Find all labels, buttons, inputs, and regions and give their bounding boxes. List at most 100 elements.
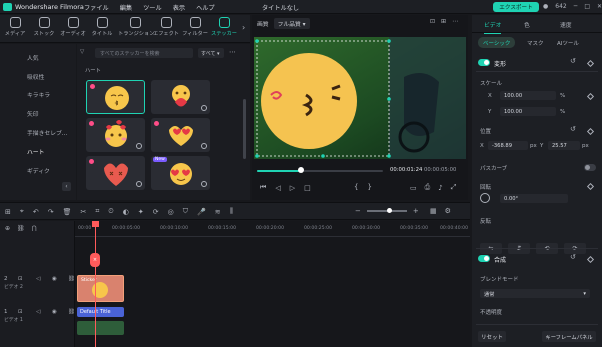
voice-icon[interactable]: ≋ bbox=[215, 208, 221, 216]
keyframe-icon[interactable] bbox=[586, 182, 595, 191]
audio-icon[interactable]: ◁ bbox=[36, 276, 40, 282]
stop-icon[interactable]: □ bbox=[304, 184, 311, 192]
monitor-icon[interactable]: ▭ bbox=[410, 184, 417, 192]
tab-color[interactable]: 色 bbox=[524, 20, 530, 29]
crop-icon[interactable]: ⌗ bbox=[95, 207, 99, 216]
title-clip[interactable]: Default Title bbox=[77, 307, 124, 317]
reset-icon[interactable]: ↺ bbox=[570, 253, 576, 261]
video-preview-canvas[interactable] bbox=[254, 37, 466, 159]
composite-toggle[interactable] bbox=[478, 255, 490, 262]
download-icon[interactable] bbox=[201, 105, 207, 111]
microphone-icon[interactable]: 🎤 bbox=[197, 208, 206, 216]
category-item[interactable]: 矢印 bbox=[27, 109, 39, 118]
zoom-out-icon[interactable]: − bbox=[355, 207, 361, 215]
tab-media[interactable]: メディア bbox=[2, 17, 28, 37]
settings-icon[interactable]: ⚙ bbox=[445, 207, 451, 215]
playhead-marker[interactable]: × bbox=[90, 253, 100, 267]
zoom-in-icon[interactable]: + bbox=[413, 207, 419, 215]
filter-icon[interactable]: ▽ bbox=[80, 49, 84, 55]
redo-icon[interactable]: ↷ bbox=[48, 208, 54, 216]
fullscreen-icon[interactable]: ⤢ bbox=[451, 183, 457, 192]
link-icon[interactable]: ⛓ bbox=[68, 276, 75, 282]
reset-icon[interactable]: ↺ bbox=[570, 57, 576, 65]
eye-icon[interactable]: ◉ bbox=[52, 276, 57, 282]
category-item[interactable]: 人気 bbox=[27, 53, 39, 62]
more-options-icon[interactable]: ⋯ bbox=[229, 48, 236, 56]
timeline-playhead[interactable] bbox=[92, 221, 99, 347]
tab-audio[interactable]: オーディオ bbox=[60, 17, 86, 37]
sticker-tile-face-heart[interactable] bbox=[86, 118, 145, 152]
play-icon[interactable]: ▷ bbox=[290, 184, 295, 192]
keyframe-icon[interactable] bbox=[586, 127, 595, 136]
tab-sticker[interactable]: ステッカー bbox=[211, 17, 237, 37]
step-back-icon[interactable]: ◁ bbox=[275, 184, 280, 192]
keyframe-icon[interactable] bbox=[586, 59, 595, 68]
playhead-knob[interactable] bbox=[298, 167, 305, 173]
timeline-ruler[interactable]: 00:00 00:00:05:00 00:00:10:00 00:00:15:0… bbox=[75, 221, 470, 237]
tab-effect[interactable]: エフェクト bbox=[153, 17, 179, 37]
close-icon[interactable]: ✕ bbox=[597, 3, 602, 10]
sticker-filter-select[interactable]: すべて ▾ bbox=[198, 48, 224, 58]
minimize-icon[interactable]: ─ bbox=[574, 3, 578, 10]
path-curve-toggle[interactable] bbox=[584, 164, 596, 171]
category-item[interactable]: キラキラ bbox=[27, 90, 50, 99]
subtab-mask[interactable]: マスク bbox=[522, 37, 549, 48]
rotate-input[interactable]: 0.00° bbox=[500, 194, 568, 203]
video-clip[interactable] bbox=[77, 321, 124, 335]
link-icon[interactable]: ⛓ bbox=[17, 225, 25, 232]
collapse-panel-icon[interactable]: ‹ bbox=[62, 182, 71, 191]
magnet-icon[interactable]: ⋂ bbox=[32, 225, 37, 232]
layout-icon[interactable]: ⊞ bbox=[5, 208, 11, 216]
rotate-dial-icon[interactable] bbox=[480, 193, 490, 203]
reset-icon[interactable]: ↺ bbox=[570, 125, 576, 133]
reset-button[interactable]: リセット bbox=[478, 331, 506, 342]
sticker-tile-heart-hug[interactable] bbox=[151, 80, 210, 114]
sticker-search-input[interactable]: すべてのステッカーを検索 bbox=[95, 48, 193, 58]
previous-frame-icon[interactable]: ⏮ bbox=[260, 183, 266, 192]
transform-toggle[interactable] bbox=[478, 59, 490, 66]
keyframe-icon[interactable] bbox=[586, 92, 595, 101]
sticker-scrollbar[interactable] bbox=[243, 99, 246, 159]
cut-icon[interactable]: ✂ bbox=[80, 208, 86, 216]
category-item[interactable]: 手描きセレブ... bbox=[27, 128, 67, 137]
tab-filter[interactable]: フィルター bbox=[182, 17, 208, 37]
scale-x-input[interactable]: 100.00 bbox=[500, 91, 556, 100]
scale-y-input[interactable]: 100.00 bbox=[500, 107, 556, 116]
menu-file[interactable]: ファイル bbox=[84, 3, 109, 12]
zoom-slider[interactable] bbox=[366, 208, 407, 214]
sticker-tile-heart-eyes[interactable] bbox=[151, 118, 210, 152]
mark-in-icon[interactable]: { bbox=[354, 183, 358, 191]
mask-icon[interactable]: ◎ bbox=[168, 208, 174, 216]
tab-transition[interactable]: トランジション bbox=[118, 17, 154, 37]
position-y-input[interactable]: 25.57 bbox=[548, 141, 580, 150]
link-icon[interactable]: ⛓ bbox=[68, 309, 75, 315]
position-x-input[interactable]: -368.89 bbox=[488, 141, 528, 150]
category-item-active[interactable]: ハート bbox=[27, 147, 44, 156]
split-icon[interactable]: ⫼ bbox=[230, 207, 233, 216]
playback-progress[interactable] bbox=[257, 170, 383, 172]
sticker-tile-kiss-face[interactable] bbox=[86, 80, 145, 114]
project-title[interactable]: タイトルなし bbox=[262, 3, 299, 12]
tab-video[interactable]: ビデオ bbox=[484, 20, 502, 34]
add-track-icon[interactable]: ⊕ bbox=[5, 225, 10, 232]
menu-view[interactable]: 表示 bbox=[173, 3, 185, 12]
volume-icon[interactable]: ♪ bbox=[438, 184, 442, 192]
mark-out-icon[interactable]: } bbox=[367, 183, 371, 191]
snapshot-icon[interactable]: ⊡ bbox=[430, 18, 435, 25]
keyframe-icon[interactable] bbox=[586, 255, 595, 264]
download-icon[interactable] bbox=[201, 181, 207, 187]
fit-icon[interactable]: ▦ bbox=[430, 207, 437, 215]
shield-icon[interactable]: ⛉ bbox=[183, 207, 188, 216]
ai-icon[interactable]: ✦ bbox=[138, 208, 144, 216]
zoom-knob[interactable] bbox=[386, 208, 392, 214]
undo-icon[interactable]: ↶ bbox=[33, 208, 39, 216]
render-icon[interactable]: ⟳ bbox=[153, 208, 159, 216]
menu-help[interactable]: ヘルプ bbox=[196, 3, 215, 12]
download-icon[interactable] bbox=[136, 143, 142, 149]
sticker-tile-dizzy-heart[interactable] bbox=[86, 156, 145, 190]
category-item[interactable]: 吸収性 bbox=[27, 72, 44, 81]
sticker-tile-heart-eyes-face[interactable]: New bbox=[151, 156, 210, 190]
lock-icon[interactable]: ⊡ bbox=[18, 309, 23, 315]
delete-icon[interactable]: 🗑 bbox=[63, 208, 72, 216]
quality-select[interactable]: フル品質 ▾ bbox=[273, 18, 310, 29]
